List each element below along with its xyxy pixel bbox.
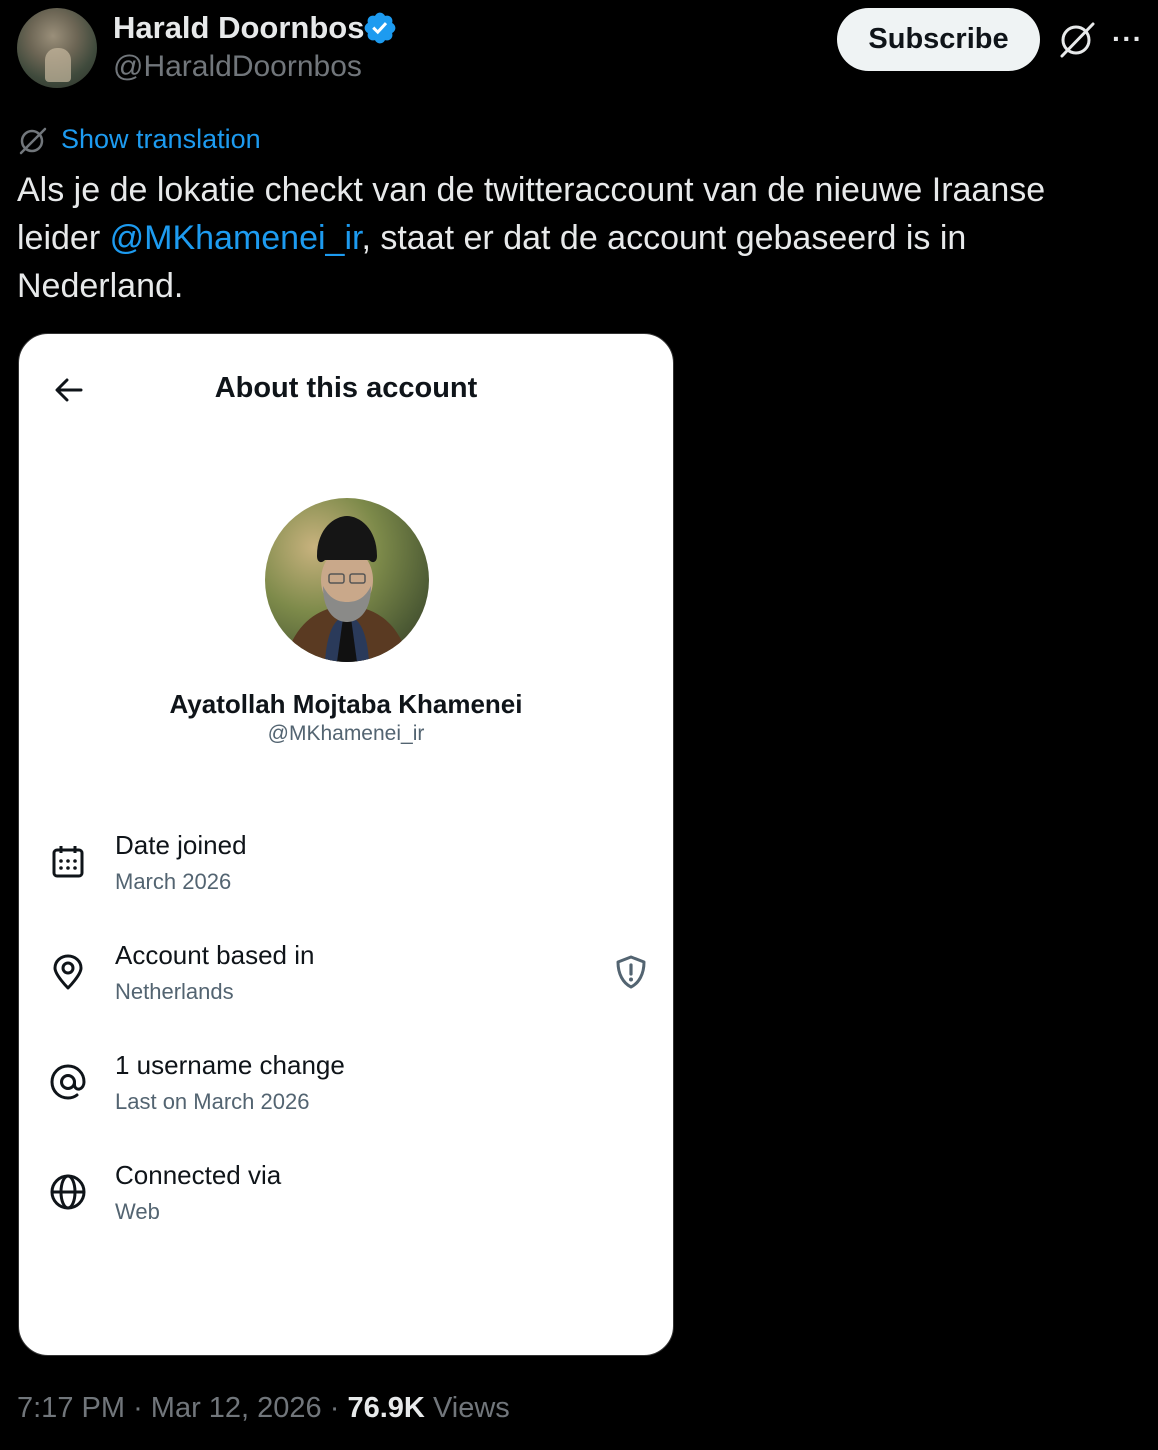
meta-separator: · xyxy=(329,1392,340,1424)
tweet-date[interactable]: Mar 12, 2026 xyxy=(151,1392,322,1424)
grok-icon[interactable] xyxy=(1056,19,1098,61)
translate-icon xyxy=(19,127,47,155)
shield-alert-icon[interactable] xyxy=(613,954,649,990)
profile-handle: @MKhamenei_ir xyxy=(267,722,425,745)
author-avatar[interactable] xyxy=(17,8,97,88)
tweet-meta: 7:17 PM · Mar 12, 2026 · 76.9K Views xyxy=(17,1392,510,1425)
views-label: Views xyxy=(432,1392,510,1424)
verified-badge-icon xyxy=(364,12,396,44)
show-translation-link[interactable]: Show translation xyxy=(61,124,261,155)
author-handle[interactable]: @HaraldDoornbos xyxy=(113,50,362,84)
row-connected-via-title: Connected via xyxy=(115,1160,282,1190)
row-account-based-value: Netherlands xyxy=(115,979,234,1004)
calendar-icon xyxy=(52,846,84,878)
meta-separator: · xyxy=(133,1392,143,1424)
row-date-joined-title: Date joined xyxy=(115,830,247,860)
row-account-based-title: Account based in xyxy=(115,940,315,970)
profile-photo xyxy=(265,498,429,662)
author-name[interactable]: Harald Doornbos xyxy=(113,10,364,46)
profile-name: Ayatollah Mojtaba Khamenei xyxy=(169,689,523,719)
row-username-change-title: 1 username change xyxy=(115,1050,345,1080)
profile-portrait-image xyxy=(285,516,409,662)
tweet-time[interactable]: 7:17 PM xyxy=(17,1392,125,1424)
mention-link[interactable]: @MKhamenei_ir xyxy=(110,219,362,257)
subscribe-button[interactable]: Subscribe xyxy=(837,8,1040,71)
row-connected-via-value: Web xyxy=(115,1199,160,1224)
card-title: About this account xyxy=(214,372,478,404)
attached-image-card[interactable]: About this account Ayatollah Mojtaba Kha… xyxy=(18,333,674,1356)
location-pin-icon xyxy=(53,954,83,990)
globe-icon xyxy=(50,1174,86,1210)
at-sign-icon xyxy=(50,1064,86,1100)
more-options-icon[interactable]: ··· xyxy=(1112,24,1148,54)
row-username-change-value: Last on March 2026 xyxy=(115,1089,310,1114)
row-date-joined-value: March 2026 xyxy=(115,869,232,894)
views-count[interactable]: 76.9K xyxy=(347,1392,424,1424)
tweet-text: Als je de lokatie checkt van de twittera… xyxy=(17,166,1137,310)
